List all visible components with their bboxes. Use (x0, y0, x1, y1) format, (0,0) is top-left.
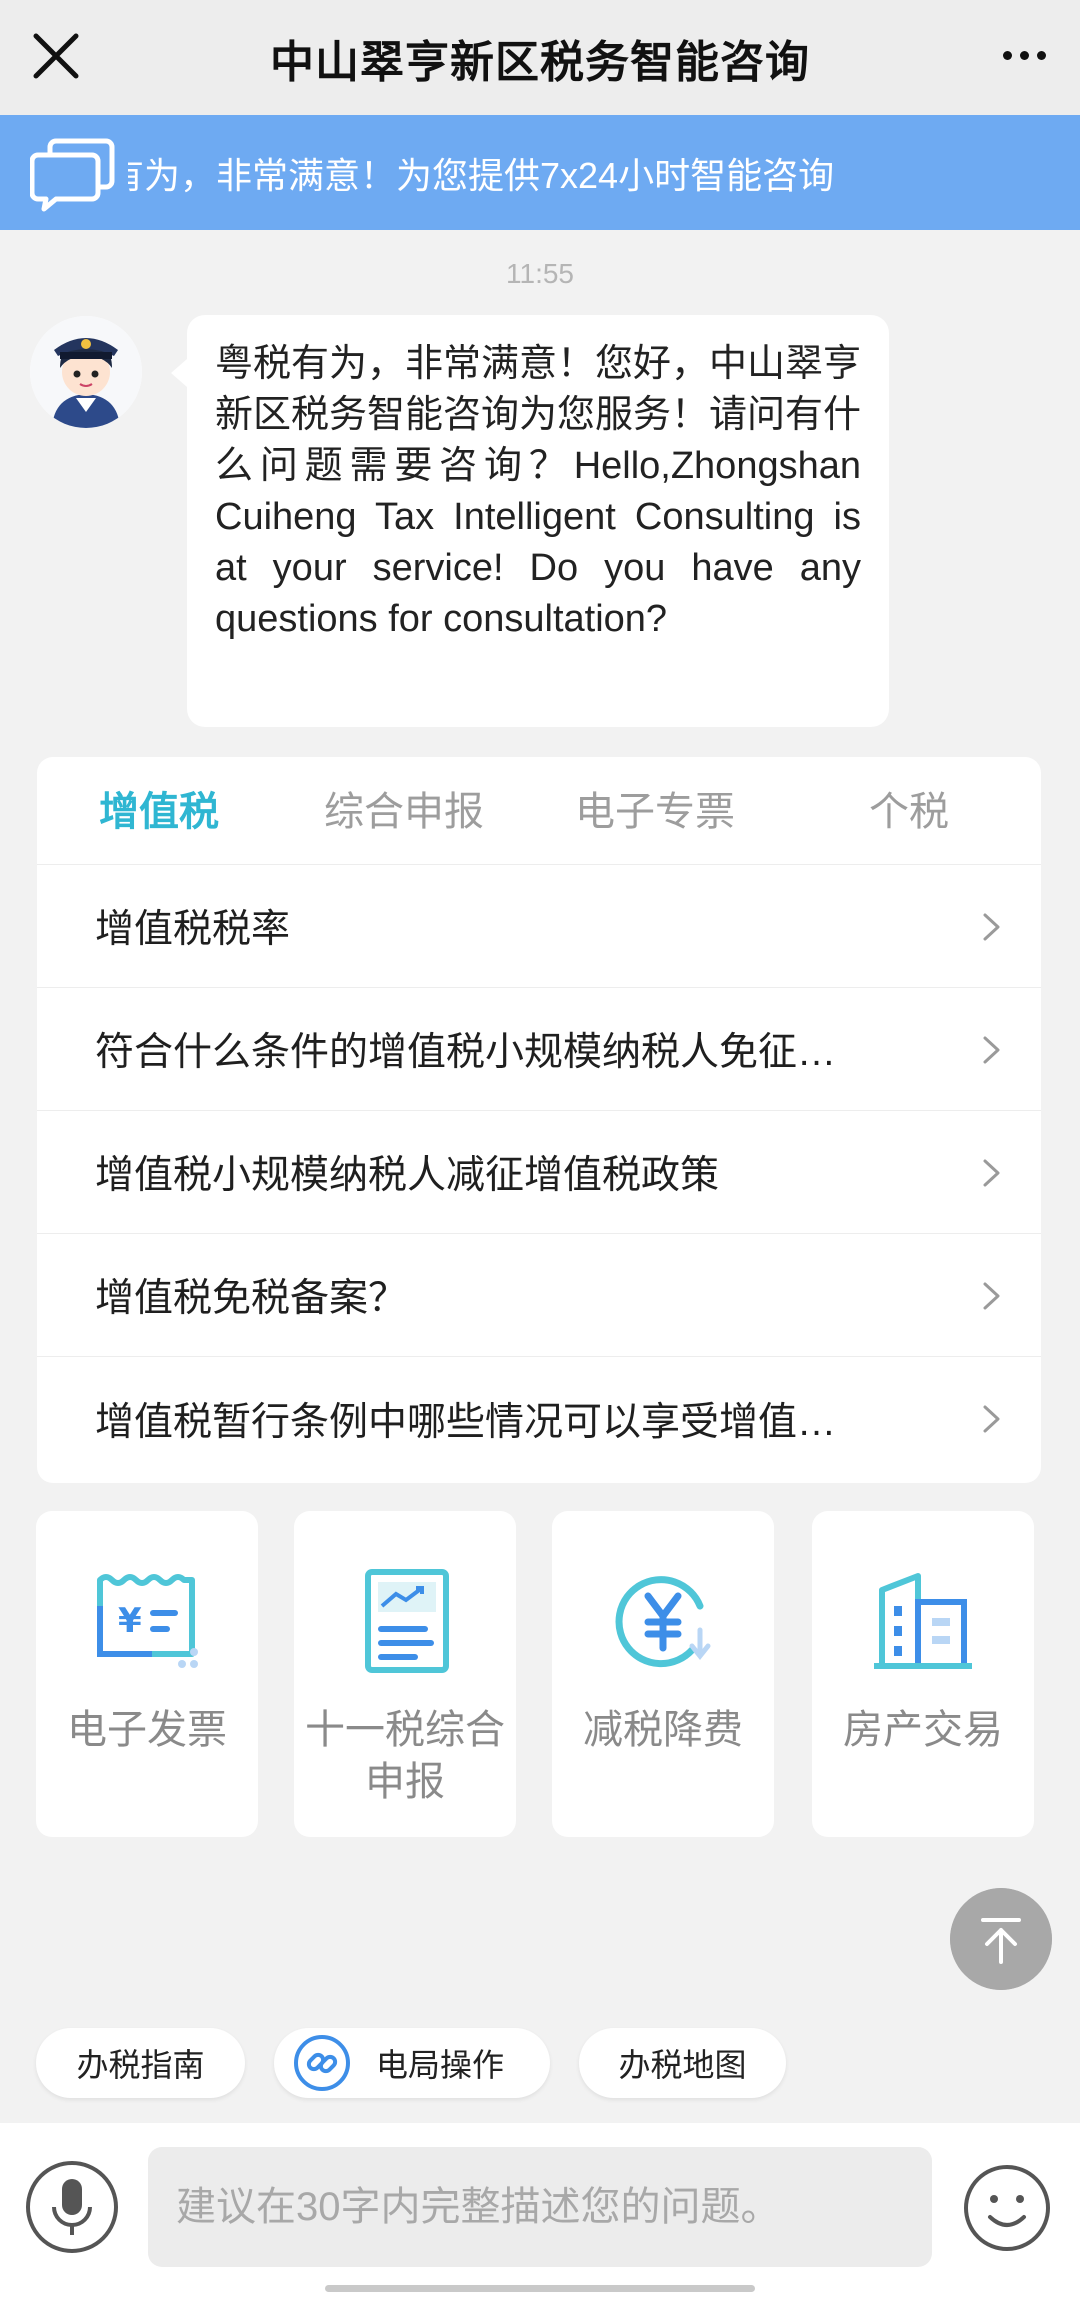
building-icon (874, 1573, 972, 1669)
back-to-top-icon[interactable] (950, 1888, 1052, 1990)
invoice-icon: ¥ (97, 1574, 198, 1668)
service-label: 十一税综合申报 (305, 1708, 505, 1804)
home-indicator (325, 2285, 755, 2292)
faq-question: 符合什么条件的增值税小规模纳税人免征… (95, 1031, 837, 1074)
faq-item[interactable]: 符合什么条件的增值税小规模纳税人免征… (37, 988, 1041, 1111)
bot-message-bubble: 粤税有为，非常满意！您好，中山翠亨新区税务智能咨询为您服务！请问有什么问题需要咨… (171, 315, 889, 727)
chevron-right-icon (983, 1405, 1000, 1433)
link-icon (294, 2035, 350, 2091)
tax-guide-chip[interactable]: 办税指南 (36, 2028, 245, 2098)
chevron-right-icon (983, 1159, 1000, 1187)
faq-question: 增值税小规模纳税人减征增值税政策 (95, 1154, 720, 1197)
chip-label: 办税地图 (618, 2047, 747, 2083)
service-label: 减税降费 (583, 1708, 743, 1752)
emoji-icon[interactable] (962, 2163, 1052, 2253)
tax-map-chip[interactable]: 办税地图 (579, 2028, 786, 2098)
faq-tabs: 增值税 综合申报 电子专票 个税 (37, 757, 1041, 865)
chip-label: 电局操作 (376, 2047, 505, 2083)
chevron-right-icon (983, 1282, 1000, 1310)
service-label: 电子发票 (67, 1708, 227, 1752)
faq-item[interactable]: 增值税暂行条例中哪些情况可以享受增值… (37, 1357, 1041, 1480)
question-input[interactable] (148, 2147, 932, 2267)
faq-question: 增值税免税备案？ (95, 1277, 408, 1320)
chat-bubble-icon (30, 138, 115, 212)
microphone-icon[interactable] (24, 2159, 120, 2255)
service-tile-tax-report[interactable]: 十一税综合申报 (294, 1511, 516, 1837)
service-tile-e-invoice[interactable]: ¥ 电子发票 (36, 1511, 258, 1837)
e-bureau-operation-chip[interactable]: 电局操作 (274, 2028, 550, 2098)
svg-text:¥: ¥ (118, 1601, 142, 1641)
faq-item[interactable]: 增值税税率 (37, 865, 1041, 988)
service-tile-property-trade[interactable]: 房产交易 (812, 1511, 1034, 1837)
message-timestamp: 11:55 (506, 258, 574, 289)
report-icon (365, 1569, 449, 1673)
notice-banner: 有为，非常满意！为您提供7x24小时智能咨询 (0, 115, 1080, 230)
tab-individual-tax[interactable]: 个税 (869, 779, 949, 837)
faq-question: 增值税暂行条例中哪些情况可以享受增值… (95, 1400, 837, 1444)
faq-item[interactable]: 增值税小规模纳税人减征增值税政策 (37, 1111, 1041, 1234)
bot-avatar (30, 316, 142, 428)
tab-comprehensive-filing[interactable]: 综合申报 (324, 779, 484, 837)
input-bar (0, 2123, 1080, 2303)
chevron-right-icon (983, 1036, 1000, 1064)
chevron-right-icon (983, 913, 1000, 941)
chip-label: 办税指南 (76, 2047, 205, 2083)
service-label: 房产交易 (843, 1708, 1003, 1752)
faq-question: 增值税税率 (95, 908, 291, 951)
close-icon[interactable] (28, 28, 84, 84)
banner-text: 有为，非常满意！为您提供7x24小时智能咨询 (128, 154, 835, 196)
top-bar: 中山翠亨新区税务智能咨询 (0, 0, 1080, 115)
faq-card: 增值税 综合申报 电子专票 个税 增值税税率 符合什么条件的增值税小规模纳税人免… (37, 757, 1041, 1483)
tab-vat[interactable]: 增值税 (99, 779, 219, 837)
page-title: 中山翠亨新区税务智能咨询 (270, 37, 810, 87)
more-icon[interactable] (994, 30, 1054, 80)
yuan-reduce-icon (615, 1576, 711, 1668)
banner-marquee: 有为，非常满意！为您提供7x24小时智能咨询 (128, 115, 848, 230)
tab-e-special-invoice[interactable]: 电子专票 (575, 779, 735, 837)
faq-item[interactable]: 增值税免税备案？ (37, 1234, 1041, 1357)
service-tile-tax-reduction[interactable]: 减税降费 (552, 1511, 774, 1837)
